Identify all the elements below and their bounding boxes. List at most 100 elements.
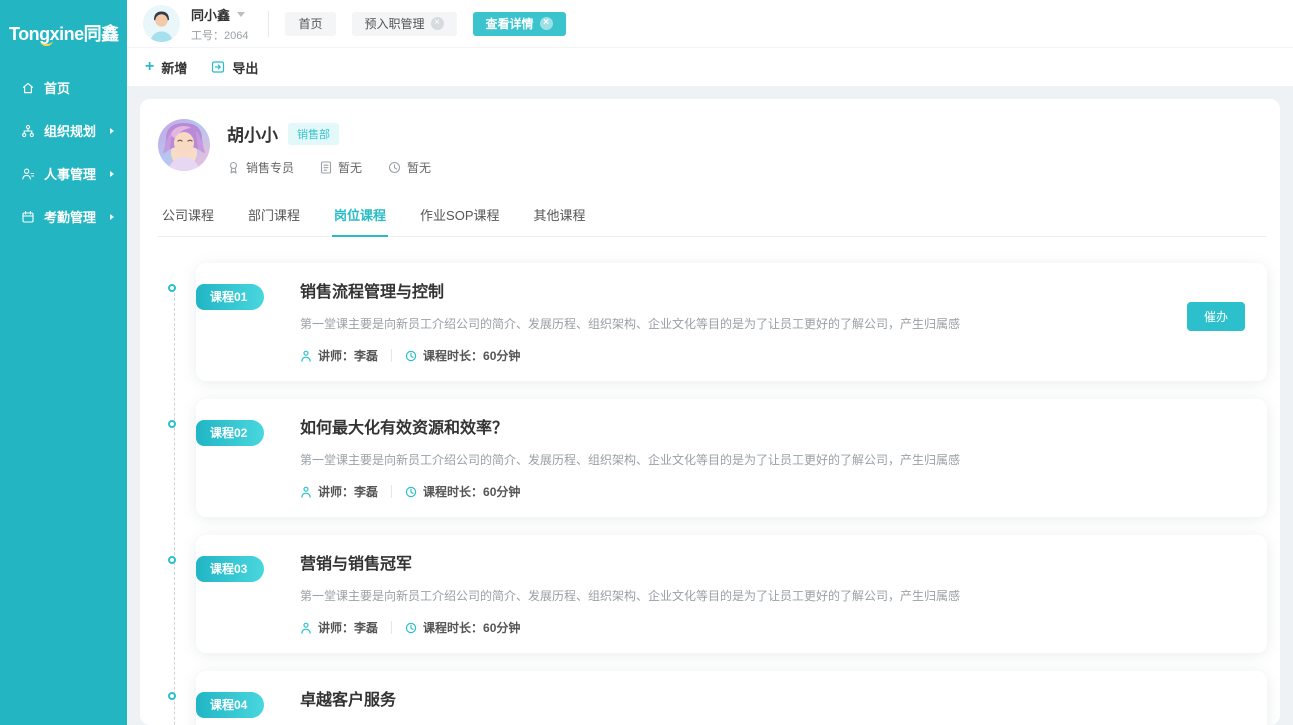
brand-logo-text: Tongxine同鑫 [9,24,119,44]
instructor-text: 讲师：李磊 [318,483,378,500]
course-card[interactable]: 课程03 营销与销售冠军 第一堂课主要是向新员工介绍公司的简介、发展历程、组织架… [196,535,1267,653]
breadcrumb-tab-label: 首页 [298,15,322,32]
course-title: 卓越客户服务 [300,686,1243,710]
course-card[interactable]: 课程04 卓越客户服务 第一堂课主要是向新员工介绍公司的简介、发展历程、组织架构… [196,671,1267,725]
course-card[interactable]: 课程01 销售流程管理与控制 第一堂课主要是向新员工介绍公司的简介、发展历程、组… [196,263,1267,381]
instructor-icon [300,486,312,498]
position-text: 销售专员 [246,159,294,176]
sidebar-item-label: 组织规划 [44,121,96,140]
sidebar-item-home[interactable]: 首页 [0,66,127,109]
course-badge: 课程03 [196,556,264,582]
duration-info: 课程时长：60分钟 [405,347,520,364]
brand-logo: Tongxine同鑫 [0,0,127,46]
tab-other-courses[interactable]: 其他课程 [532,197,588,236]
breadcrumb-tab-detail[interactable]: 查看详情 [473,12,566,36]
employee-info-row: 销售专员 暂无 暂无 [227,159,431,176]
toolbar: 新增 导出 [127,48,1293,86]
duration-clock-icon [405,350,417,362]
user-avatar[interactable] [143,5,180,42]
sidebar: Tongxine同鑫 首页 组织规划 人事管理 考勤管理 [0,0,127,725]
instructor-icon [300,622,312,634]
plus-icon [145,59,154,75]
export-button[interactable]: 导出 [211,58,258,77]
add-button[interactable]: 新增 [145,58,187,77]
duration-text: 课程时长：60分钟 [423,619,520,636]
org-icon [21,124,35,138]
user-menu[interactable]: 同小鑫 [191,5,248,24]
instructor-info: 讲师：李磊 [300,619,378,636]
course-badge: 课程04 [196,692,264,718]
sidebar-item-label: 考勤管理 [44,207,96,226]
course-list: 课程01 销售流程管理与控制 第一堂课主要是向新员工介绍公司的简介、发展历程、组… [158,253,1280,725]
chevron-right-icon [110,214,114,220]
instructor-icon [300,350,312,362]
sidebar-item-hr[interactable]: 人事管理 [0,152,127,195]
position-icon [227,161,240,174]
course-title: 销售流程管理与控制 [300,278,1243,302]
close-icon[interactable] [431,17,444,30]
sidebar-nav: 首页 组织规划 人事管理 考勤管理 [0,66,127,238]
employee-avatar-image [158,119,210,171]
position-info: 销售专员 [227,159,294,176]
tab-sop-courses[interactable]: 作业SOP课程 [418,197,501,236]
footer-divider [391,349,392,362]
time-text: 暂无 [407,159,431,176]
sidebar-item-attendance[interactable]: 考勤管理 [0,195,127,238]
footer-divider [391,621,392,634]
close-icon[interactable] [540,17,553,30]
course-card[interactable]: 课程02 如何最大化有效资源和效率？ 第一堂课主要是向新员工介绍公司的简介、发展… [196,399,1267,517]
document-info: 暂无 [320,159,362,176]
course-meta: 讲师：李磊 课程时长：60分钟 [300,347,1243,364]
chevron-down-icon [237,12,245,17]
tab-company-courses[interactable]: 公司课程 [160,197,216,236]
breadcrumb-tab-home[interactable]: 首页 [285,12,335,36]
duration-info: 课程时长：60分钟 [405,619,520,636]
breadcrumb-tab-label: 预入职管理 [365,15,425,32]
document-icon [320,161,332,174]
tab-department-courses[interactable]: 部门课程 [246,197,302,236]
home-icon [21,81,35,95]
timeline-dot-icon [168,284,176,292]
time-info: 暂无 [388,159,431,176]
course-description: 第一堂课主要是向新员工介绍公司的简介、发展历程、组织架构、企业文化等目的是为了让… [300,587,1243,604]
footer-divider [391,485,392,498]
content-area: 胡小小 销售部 销售专员 暂无 [127,86,1293,725]
sidebar-item-org-planning[interactable]: 组织规划 [0,109,127,152]
employee-number: 工号：2064 [191,27,248,43]
urge-button[interactable]: 催办 [1187,302,1245,331]
course-badge: 课程01 [196,284,264,310]
course-description: 第一堂课主要是向新员工介绍公司的简介、发展历程、组织架构、企业文化等目的是为了让… [300,315,1243,332]
tab-position-courses[interactable]: 岗位课程 [332,197,388,237]
employee-name-row: 胡小小 销售部 [227,121,431,146]
duration-text: 课程时长：60分钟 [423,483,520,500]
course-row: 课程02 如何最大化有效资源和效率？ 第一堂课主要是向新员工介绍公司的简介、发展… [196,399,1267,517]
breadcrumb-tab-preonboarding[interactable]: 预入职管理 [352,12,457,36]
employee-profile: 胡小小 销售部 销售专员 暂无 [158,119,1280,176]
instructor-text: 讲师：李磊 [318,347,378,364]
course-tabs: 公司课程 部门课程 岗位课程 作业SOP课程 其他课程 [158,197,1266,237]
employee-name: 胡小小 [227,121,278,146]
export-icon [211,60,225,74]
user-avatar-image [143,5,180,42]
duration-clock-icon [405,486,417,498]
logo-smile-icon [40,40,53,46]
timeline-dot-icon [168,556,176,564]
people-icon [21,167,35,181]
detail-panel: 胡小小 销售部 销售专员 暂无 [140,99,1280,725]
user-meta: 同小鑫 工号：2064 [191,5,248,43]
main-area: 同小鑫 工号：2064 首页 预入职管理 查看详情 [127,0,1293,725]
employee-info-block: 胡小小 销售部 销售专员 暂无 [227,119,431,176]
chevron-right-icon [110,128,114,134]
course-meta: 讲师：李磊 课程时长：60分钟 [300,619,1243,636]
department-badge: 销售部 [288,123,339,145]
chevron-right-icon [110,171,114,177]
duration-clock-icon [405,622,417,634]
export-button-label: 导出 [232,58,258,77]
course-row: 课程04 卓越客户服务 第一堂课主要是向新员工介绍公司的简介、发展历程、组织架构… [196,671,1267,725]
course-badge: 课程02 [196,420,264,446]
breadcrumb: 首页 预入职管理 查看详情 [285,12,565,36]
header-divider [268,11,269,37]
instructor-info: 讲师：李磊 [300,483,378,500]
instructor-info: 讲师：李磊 [300,347,378,364]
user-name: 同小鑫 [191,5,230,24]
